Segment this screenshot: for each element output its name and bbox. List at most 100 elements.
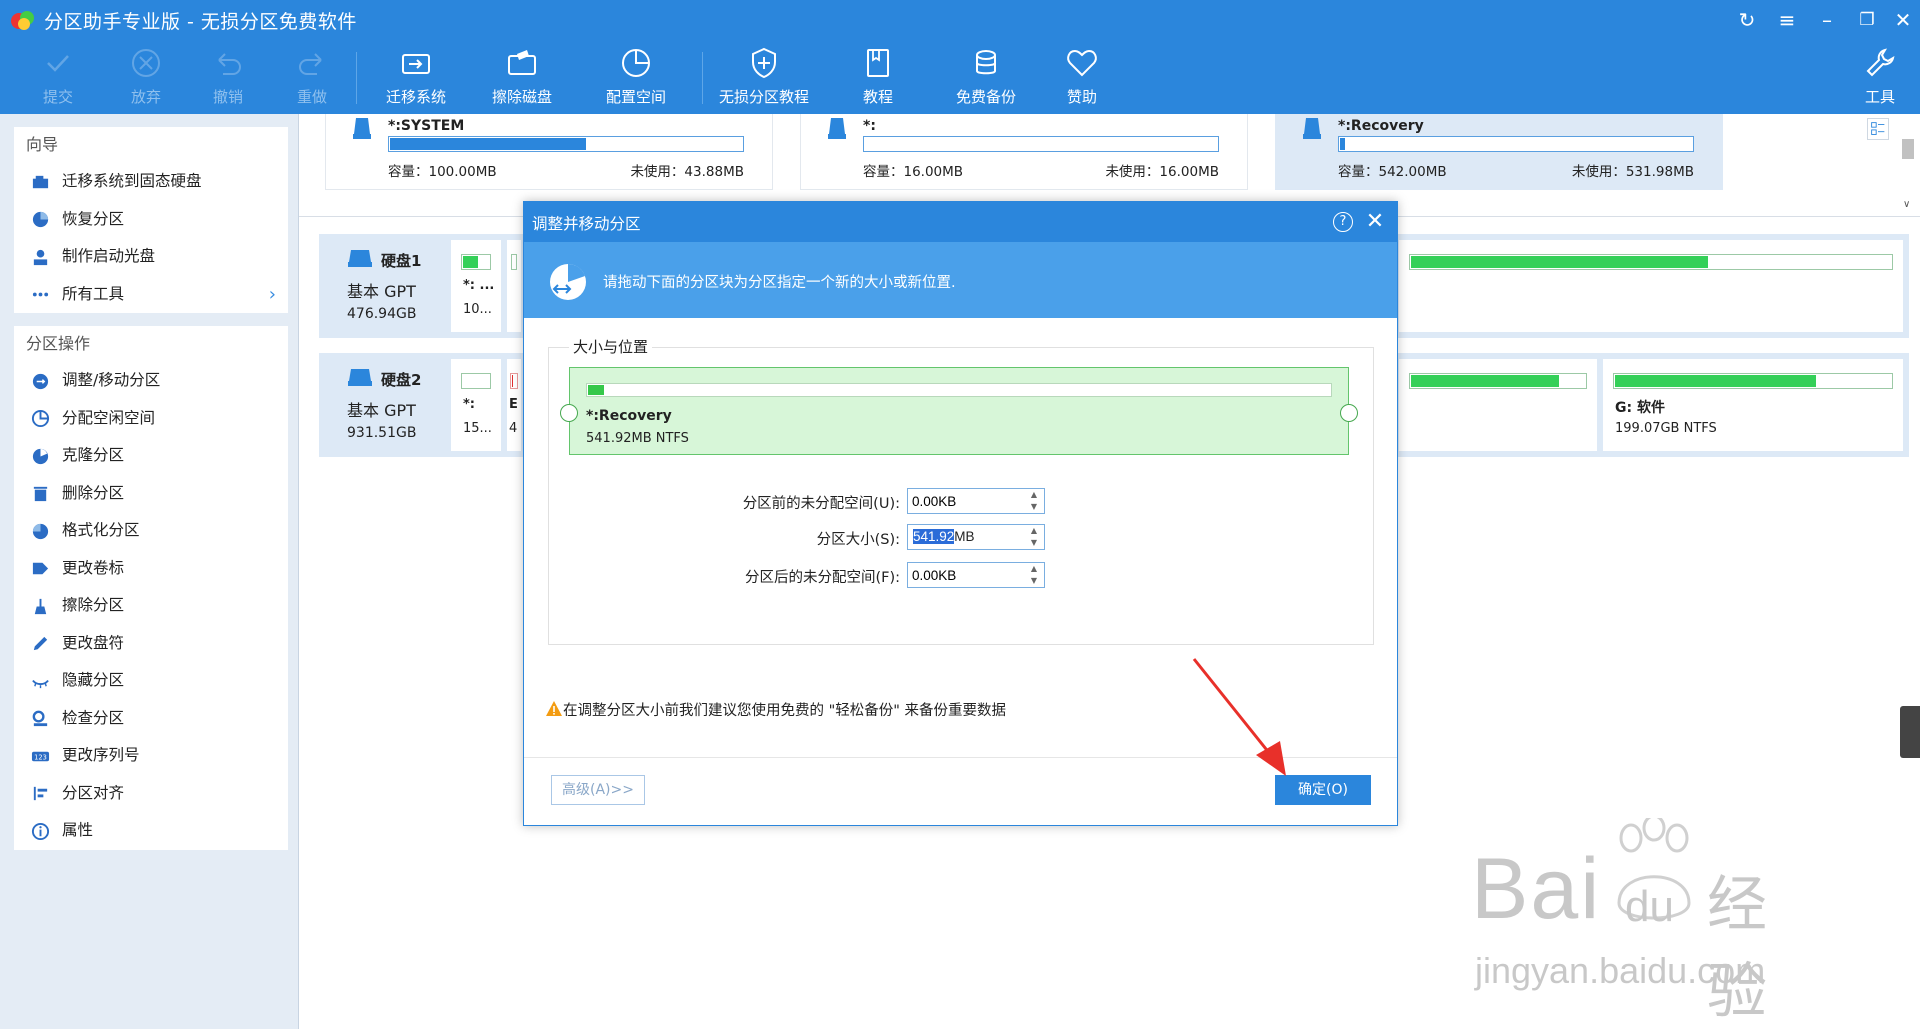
sidebar-item-serial[interactable]: 123 更改序列号 <box>14 737 288 775</box>
app-logo-icon <box>11 11 34 30</box>
disk-partition-block[interactable]: *: 15... <box>451 359 501 451</box>
sidebar-item-recover-partition[interactable]: 恢复分区 <box>14 201 288 239</box>
restore-button[interactable]: ❐ <box>1852 6 1882 34</box>
top-scrollbar[interactable]: ∨ <box>1897 114 1919 214</box>
disk-partition-block[interactable] <box>507 240 521 332</box>
migrate-os-button[interactable]: 迁移系统 <box>366 46 466 110</box>
info-icon <box>30 821 50 841</box>
resize-partition-icon <box>550 263 586 300</box>
sidebar-item-properties[interactable]: 属性 <box>14 812 288 850</box>
chevron-right-icon: › <box>268 283 276 305</box>
sidebar: 向导 迁移系统到固态硬盘 恢复分区 制作启动光盘 所有工具 › 分区操作 调整/… <box>0 114 298 1029</box>
right-resize-handle[interactable] <box>1340 404 1358 422</box>
scrollbar-thumb[interactable] <box>1902 139 1914 159</box>
partition-card-system[interactable]: *:SYSTEM 容量：100.00MB 未使用：43.88MB <box>325 114 773 190</box>
view-toggle-icon[interactable] <box>1867 118 1889 140</box>
unallocated-after-input[interactable] <box>912 565 1022 585</box>
banner-instruction: 请拖动下面的分区块为分区指定一个新的大小或新位置. <box>603 275 956 291</box>
dialog-title-bar[interactable]: 调整并移动分区 ? ✕ <box>524 202 1397 242</box>
wipe-disk-button[interactable]: 擦除磁盘 <box>472 46 572 110</box>
redo-icon <box>299 53 322 75</box>
close-icon[interactable]: ✕ <box>1363 208 1387 236</box>
dialog-divider <box>524 757 1397 758</box>
usage-bar <box>1338 136 1694 152</box>
disk-partition-block[interactable]: *: ... 10... <box>451 240 501 332</box>
partition-size-label: 分区大小(S): <box>816 532 900 548</box>
side-panel-handle[interactable] <box>1900 706 1920 758</box>
undo-icon <box>218 53 241 75</box>
sidebar-item-format[interactable]: 格式化分区 <box>14 512 288 550</box>
sidebar-item-wipe[interactable]: 擦除分区 <box>14 587 288 625</box>
book-icon <box>867 49 889 77</box>
partition-card-msr[interactable]: *: 容量：16.00MB 未使用：16.00MB <box>800 114 1248 190</box>
spin-up-icon[interactable]: ▲ <box>1024 489 1044 501</box>
dialog-title: 调整并移动分区 <box>532 215 641 233</box>
disk-partition-block[interactable]: E 4 <box>507 359 521 451</box>
commit-button[interactable]: 提交 <box>8 46 108 110</box>
scroll-down-arrow-icon[interactable]: ∨ <box>1903 199 1910 210</box>
left-resize-handle[interactable] <box>560 404 578 422</box>
unallocated-before-input[interactable] <box>912 491 1022 511</box>
field-row-after: 分区后的未分配空间(F): ▲▼ <box>524 562 1397 588</box>
title-bar: 分区助手专业版 - 无损分区免费软件 ↻ ≡ – ❐ ✕ <box>0 0 1920 40</box>
sidebar-item-allocate-free[interactable]: 分配空闲空间 <box>14 400 288 438</box>
close-window-button[interactable]: ✕ <box>1888 6 1918 34</box>
cancel-circle-icon <box>132 49 160 77</box>
sponsor-button[interactable]: 赞助 <box>1032 46 1132 110</box>
dialog-banner: 请拖动下面的分区块为分区指定一个新的大小或新位置. <box>524 242 1397 318</box>
eye-closed-icon <box>30 671 50 691</box>
sidebar-item-hide[interactable]: 隐藏分区 <box>14 662 288 700</box>
disk-partition-block[interactable] <box>1399 240 1903 332</box>
spin-up-icon[interactable]: ▲ <box>1024 525 1044 537</box>
unallocated-after-spinner[interactable]: ▲▼ <box>907 562 1045 588</box>
partition-size-spinner[interactable]: 541.92MB ▲ ▼ <box>907 524 1045 550</box>
partition-name: *:Recovery <box>586 408 672 424</box>
warning-text: 在调整分区大小前我们建议您使用免费的 "轻松备份" 来备份重要数据 <box>563 703 1007 719</box>
trash-icon <box>30 484 50 504</box>
refresh-icon[interactable]: ↻ <box>1732 6 1762 34</box>
sidebar-item-change-label[interactable]: 更改卷标 <box>14 550 288 588</box>
paw-icon <box>1617 818 1691 920</box>
spin-down-icon[interactable]: ▼ <box>1024 501 1044 513</box>
spin-up-icon[interactable]: ▲ <box>1024 563 1044 575</box>
resize-icon <box>30 371 50 391</box>
menu-icon[interactable]: ≡ <box>1772 6 1802 34</box>
usage-bar <box>388 136 744 152</box>
group-title: 大小与位置 <box>569 336 653 357</box>
unallocated-before-spinner[interactable]: ▲▼ <box>907 488 1045 514</box>
partition-card-recovery[interactable]: *:Recovery 容量：542.00MB 未使用：531.98MB <box>1275 114 1723 190</box>
free-backup-button[interactable]: 免费备份 <box>936 46 1036 110</box>
sidebar-item-change-letter[interactable]: 更改盘符 <box>14 625 288 663</box>
sidebar-item-resize-move[interactable]: 调整/移动分区 <box>14 362 288 400</box>
tools-button[interactable]: 工具 <box>1830 46 1920 110</box>
sidebar-item-migrate-ssd[interactable]: 迁移系统到固态硬盘 <box>14 163 288 201</box>
unallocated-before-label: 分区前的未分配空间(U): <box>742 496 900 512</box>
allocate-space-button[interactable]: 配置空间 <box>586 46 686 110</box>
partition-resize-block[interactable]: *:Recovery 541.92MB NTFS <box>560 367 1358 455</box>
sidebar-item-check[interactable]: 检查分区 <box>14 700 288 738</box>
spin-down-icon[interactable]: ▼ <box>1024 575 1044 587</box>
partition-info: 541.92MB NTFS <box>586 431 689 446</box>
sidebar-item-all-tools[interactable]: 所有工具 › <box>14 276 288 314</box>
minimize-button[interactable]: – <box>1812 6 1842 34</box>
tutorial-button[interactable]: 教程 <box>828 46 928 110</box>
spin-down-icon[interactable]: ▼ <box>1024 537 1044 549</box>
sidebar-item-align[interactable]: 分区对齐 <box>14 775 288 813</box>
redo-button[interactable]: 重做 <box>262 46 362 110</box>
sidebar-item-delete[interactable]: 删除分区 <box>14 475 288 513</box>
dots-icon <box>30 285 50 305</box>
disk-partition-block[interactable] <box>1399 359 1597 451</box>
toolbar-separator <box>356 52 357 104</box>
sidebar-item-clone[interactable]: 克隆分区 <box>14 437 288 475</box>
partition-size-input[interactable]: 541.92MB <box>913 529 975 544</box>
usage-bar <box>863 136 1219 152</box>
advanced-button[interactable]: 高级(A)>> <box>551 775 645 805</box>
ok-button[interactable]: 确定(O) <box>1275 775 1371 805</box>
align-icon <box>30 784 50 804</box>
sidebar-item-boot-disc[interactable]: 制作启动光盘 <box>14 238 288 276</box>
tutorial-partition-button[interactable]: 无损分区教程 <box>714 46 814 110</box>
help-icon[interactable]: ? <box>1333 212 1353 232</box>
disk-partition-block-g[interactable]: G: 软件 199.07GB NTFS <box>1603 359 1903 451</box>
disk-info: 硬盘1 基本 GPT 476.94GB <box>319 234 449 338</box>
svg-text:123: 123 <box>34 753 47 761</box>
